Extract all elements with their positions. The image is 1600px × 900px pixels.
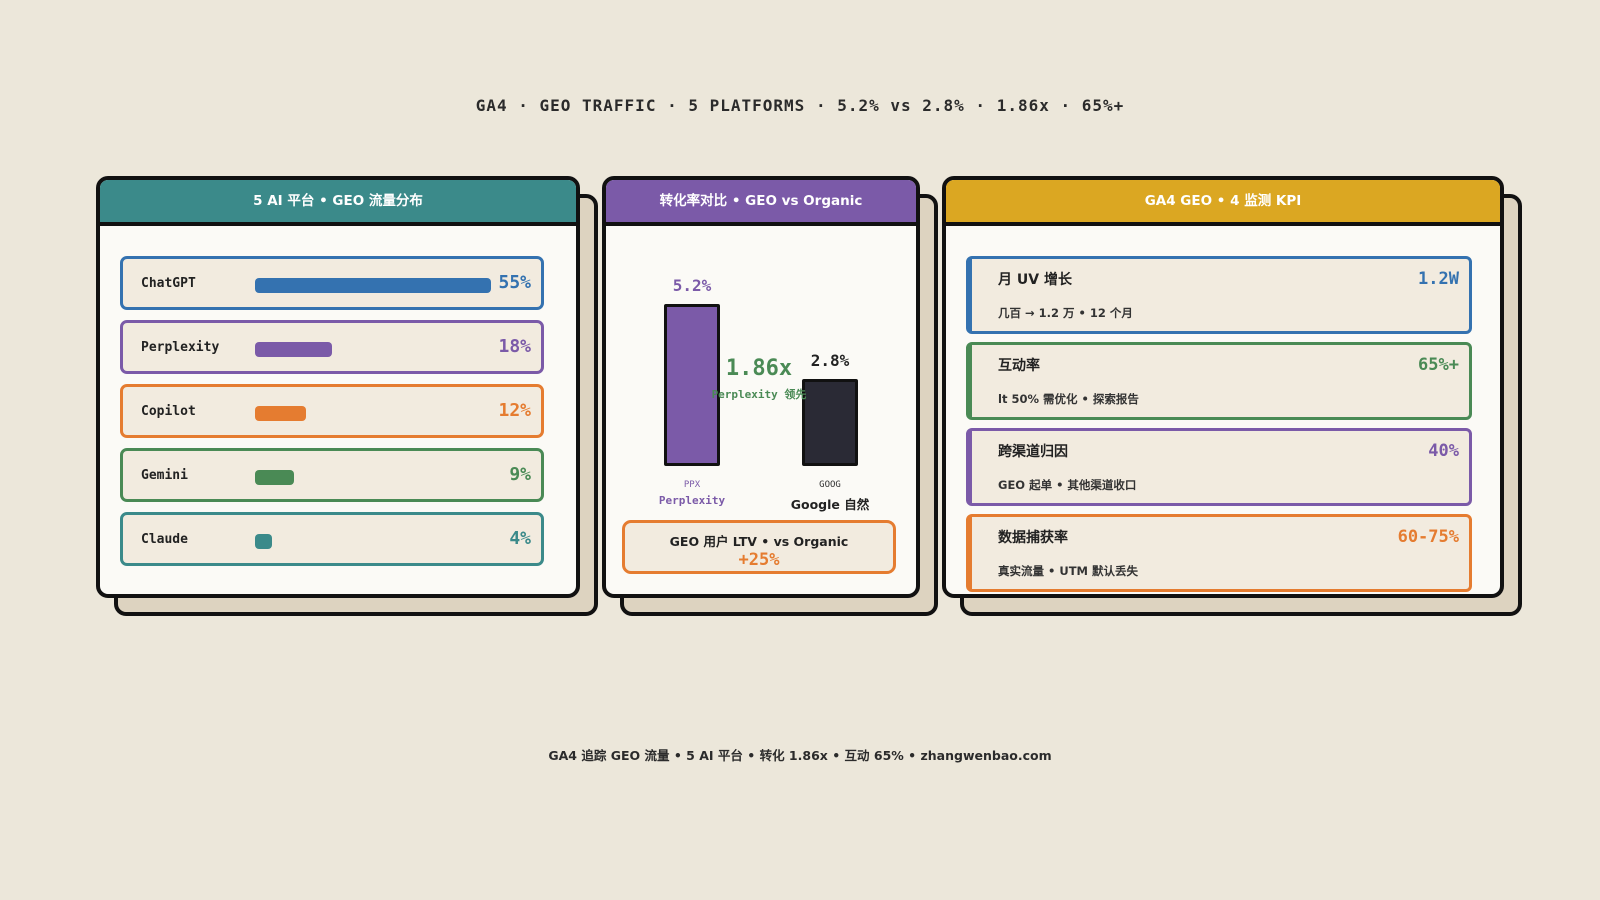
kpi-subtitle: lt 50% 需优化 • 探索报告: [998, 392, 1139, 406]
ltv-label: GEO 用户 LTV • vs Organic: [669, 534, 849, 549]
page-title: GA4 · GEO TRAFFIC · 5 PLATFORMS · 5.2% v…: [475, 96, 1125, 115]
kpi-panel: GA4 GEO • 4 监测 KPI 月 UV 增长 1.2W 几百 → 1.2 万…: [942, 176, 1522, 616]
platform-value-label: 9%: [509, 464, 531, 485]
platform-value-label: 4%: [509, 528, 531, 549]
kpi-value: 60-75%: [1397, 527, 1459, 547]
kpi-card: 数据捕获率 60-75% 真实流量 • UTM 默认丢失: [966, 514, 1472, 592]
kpi-subtitle: 真实流量 • UTM 默认丢失: [998, 564, 1138, 578]
kpi-title: 互动率: [998, 358, 1040, 374]
panel-body: 5 AI 平台 • GEO 流量分布 ChatGPT 55% Perplexity 1…: [96, 176, 580, 598]
platforms-panel: 5 AI 平台 • GEO 流量分布 ChatGPT 55% Perplexity 1…: [96, 176, 598, 616]
footer-caption: GA4 追踪 GEO 流量 • 5 AI 平台 • 转化 1.86x • 互动 …: [548, 748, 1052, 763]
kpi-panel-header: GA4 GEO • 4 监测 KPI: [946, 180, 1500, 226]
platform-value-label: 55%: [498, 272, 531, 293]
kpi-value: 1.2W: [1418, 269, 1459, 289]
platform-row: Gemini 9%: [120, 448, 544, 502]
platform-row: Claude 4%: [120, 512, 544, 566]
panel-body: 转化率对比 • GEO vs Organic 5.2% PPX Perplexity…: [602, 176, 920, 598]
platform-name: Claude: [141, 532, 188, 547]
kpi-card: 跨渠道归因 40% GEO 起单 • 其他渠道收口: [966, 428, 1472, 506]
platform-name: ChatGPT: [141, 276, 196, 291]
platform-bar: [255, 470, 294, 485]
kpi-card: 月 UV 增长 1.2W 几百 → 1.2 万 • 12 个月: [966, 256, 1472, 334]
bar-value-label: 5.2%: [672, 276, 712, 295]
kpi-value: 40%: [1428, 441, 1459, 461]
conversion-panel-header: 转化率对比 • GEO vs Organic: [606, 180, 916, 226]
platform-bar: [255, 278, 491, 293]
bar-category-label: Perplexity: [658, 494, 726, 507]
platform-value-label: 12%: [498, 400, 531, 421]
bar-short-label: PPX: [683, 480, 701, 490]
platform-bar: [255, 406, 307, 421]
kpi-title: 数据捕获率: [998, 530, 1068, 546]
platform-row: Copilot 12%: [120, 384, 544, 438]
kpi-title: 月 UV 增长: [998, 272, 1072, 288]
platform-name: Perplexity: [141, 340, 220, 355]
kpi-subtitle: 几百 → 1.2 万 • 12 个月: [998, 306, 1133, 320]
platforms-panel-header: 5 AI 平台 • GEO 流量分布: [100, 180, 576, 226]
multiplier-note: Perplexity 领先: [711, 388, 807, 401]
platform-name: Copilot: [141, 404, 196, 419]
bar-category-label: Google 自然: [790, 497, 870, 512]
conversion-bar: [664, 304, 720, 466]
kpi-title: 跨渠道归因: [998, 444, 1068, 460]
kpi-subtitle: GEO 起单 • 其他渠道收口: [998, 478, 1137, 492]
platform-value-label: 18%: [498, 336, 531, 357]
bar-short-label: GOOG: [819, 480, 841, 490]
platform-row: ChatGPT 55%: [120, 256, 544, 310]
platform-name: Gemini: [141, 468, 188, 483]
platform-row: Perplexity 18%: [120, 320, 544, 374]
multiplier-label: 1.86x: [725, 356, 793, 381]
platform-bar: [255, 534, 273, 549]
panel-body: GA4 GEO • 4 监测 KPI 月 UV 增长 1.2W 几百 → 1.2 万…: [942, 176, 1504, 598]
platform-bar: [255, 342, 333, 357]
ltv-value: +25%: [738, 550, 780, 570]
kpi-value: 65%+: [1418, 355, 1459, 375]
kpi-card: 互动率 65%+ lt 50% 需优化 • 探索报告: [966, 342, 1472, 420]
conversion-panel: 转化率对比 • GEO vs Organic 5.2% PPX Perplexity…: [602, 176, 938, 616]
ltv-box: GEO 用户 LTV • vs Organic +25%: [622, 520, 896, 574]
